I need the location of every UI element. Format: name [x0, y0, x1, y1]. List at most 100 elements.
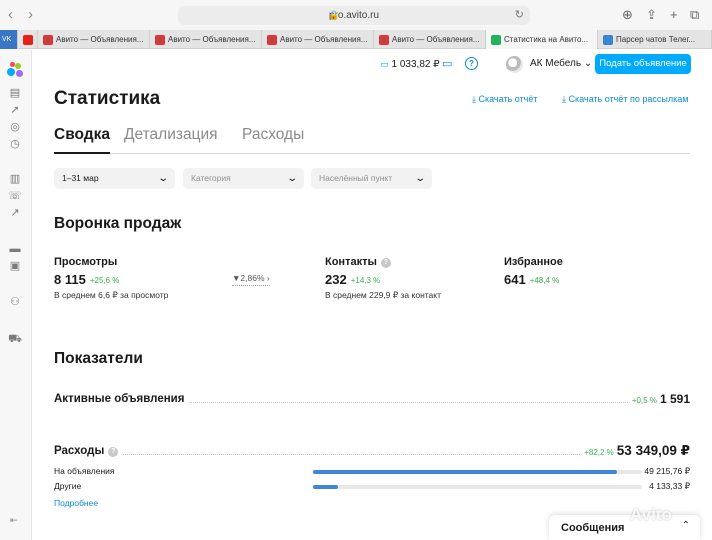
browser-tab[interactable]: Авито — Объявления...: [38, 30, 150, 49]
expenses-other-label: Другие: [54, 481, 82, 491]
users-icon[interactable]: ⚇: [8, 295, 22, 309]
tab-label: Авито — Объявления...: [392, 35, 480, 44]
wallet-icon[interactable]: ▣: [8, 259, 22, 273]
browser-toolbar: ‹ › 🔒 pro.avito.ru ↻ ⊕ ⇪ + ⧉: [0, 0, 712, 30]
category-select[interactable]: Категория ⌄: [183, 168, 304, 189]
lock-icon: 🔒: [328, 10, 340, 20]
watermark: Avito: [630, 505, 672, 524]
chevron-down-icon: ⌄: [413, 173, 426, 184]
active-ads-delta: +0,5 %: [631, 396, 657, 405]
balance[interactable]: ▭ 1 033,82 ₽: [380, 58, 440, 71]
chevron-down-icon: ⌄: [583, 58, 593, 69]
favorites-label: Избранное: [504, 256, 563, 268]
expenses-other-bar-fill: [313, 485, 339, 489]
avito-logo-icon[interactable]: [7, 62, 23, 78]
ads-icon[interactable]: ▤: [8, 86, 22, 100]
category-placeholder: Категория: [191, 173, 231, 183]
collapse-icon[interactable]: ⇤: [10, 515, 18, 526]
back-icon[interactable]: ‹: [8, 7, 13, 23]
forward-icon[interactable]: ›: [28, 7, 33, 23]
history-icon[interactable]: ◷: [8, 137, 22, 151]
expenses-row[interactable]: Расходы? +82,2 % 53 349,09 ₽: [54, 444, 690, 460]
tab-label: Авито — Объявления...: [56, 35, 144, 44]
phone-icon[interactable]: ☏: [8, 189, 22, 203]
tab-favicon-icon: [491, 35, 501, 45]
new-tab-icon[interactable]: +: [670, 7, 678, 23]
views-delta: +25,6 %: [89, 276, 120, 285]
delivery-icon[interactable]: ⛟: [8, 332, 22, 346]
favorites-value: 641 +48,4 %: [504, 272, 559, 289]
reload-icon[interactable]: ↻: [515, 6, 524, 25]
download-report-label: Скачать отчёт: [478, 94, 538, 104]
period-value: 1–31 мар: [62, 173, 99, 183]
help-icon[interactable]: ?: [465, 57, 478, 70]
page-title: Статистика: [54, 88, 161, 109]
conversion-rate[interactable]: ▼2,86% ›: [232, 273, 270, 286]
tabs-overview-icon[interactable]: ⧉: [690, 7, 699, 23]
browser-tab[interactable]: Авито — Объявления...: [262, 30, 374, 49]
conversion-value: 2,86%: [240, 273, 265, 283]
promo-icon[interactable]: ▭: [442, 57, 452, 71]
indicators-title: Показатели: [54, 350, 143, 367]
browser-tab[interactable]: Парсер чатов Телег...: [598, 30, 712, 49]
avatar[interactable]: [506, 56, 523, 73]
browser-tab[interactable]: Авито — Объявления...: [150, 30, 262, 49]
chevron-down-icon: ⌄: [156, 173, 169, 184]
help-icon[interactable]: ?: [380, 258, 391, 268]
tab-label: Парсер чатов Телег...: [616, 35, 696, 44]
pinned-tab-youtube[interactable]: [18, 30, 38, 49]
active-ads-row[interactable]: Активные объявления +0,5 % 1 591: [54, 392, 690, 408]
tab-label: Авито — Объявления...: [168, 35, 256, 44]
sidebar: ▤ ➚ ◎ ◷ ▥ ☏ ↗ ▬ ▣ ⚇ ⛟: [0, 50, 32, 540]
browser-tab[interactable]: Авито — Объявления...: [374, 30, 486, 49]
city-select[interactable]: Населённый пункт ⌄: [311, 168, 432, 189]
download-report-link[interactable]: ⤓ Скачать отчёт: [472, 93, 537, 105]
stats-icon[interactable]: ▥: [8, 172, 22, 186]
views-value: 8 115 +25,6 %: [54, 272, 119, 289]
promotion-icon[interactable]: ➚: [8, 103, 22, 117]
expenses-other-value: 4 133,33 ₽: [649, 481, 690, 491]
trend-icon[interactable]: ↗: [8, 206, 22, 220]
download-mailing-report-link[interactable]: ⤓ Скачать отчёт по рассылкам: [562, 93, 688, 105]
stats-tabs: Сводка Детализация Расходы: [54, 125, 690, 154]
wallet-icon: ▭: [380, 59, 389, 69]
active-ads-metric: +0,5 % 1 591: [627, 392, 690, 408]
pinned-tab-label: VK: [2, 36, 12, 43]
views-number: 8 115: [54, 272, 86, 287]
user-name: АК Мебель: [530, 58, 582, 69]
url-bar[interactable]: 🔒 pro.avito.ru ↻: [178, 6, 530, 25]
tab-expenses[interactable]: Расходы: [242, 125, 304, 145]
tab-favicon-icon: [155, 35, 165, 45]
tab-summary[interactable]: Сводка: [54, 125, 110, 154]
pinned-tab-vk[interactable]: VK: [0, 30, 18, 49]
chat-icon[interactable]: ▬: [8, 242, 22, 256]
tab-label: Авито — Объявления...: [280, 35, 368, 44]
expenses-label: Расходы?: [54, 444, 123, 458]
expenses-metric: +82,2 % 53 349,09 ₽: [580, 444, 690, 460]
share-icon[interactable]: ⇪: [646, 7, 657, 23]
expenses-ads-bar-fill: [313, 470, 617, 474]
tab-favicon-icon: [43, 35, 53, 45]
browser-tab-active[interactable]: Статистика на Авито...: [486, 30, 598, 49]
user-menu[interactable]: АК Мебель ⌄: [530, 58, 592, 70]
download-icon[interactable]: ⊕: [622, 7, 633, 23]
help-icon[interactable]: ?: [108, 447, 119, 457]
chevron-right-icon: ›: [266, 273, 270, 283]
expenses-other-bar: [313, 485, 642, 489]
post-ad-button[interactable]: Подать объявление: [595, 54, 691, 74]
tab-favicon-icon: [267, 35, 277, 45]
chevron-up-icon[interactable]: ⌃: [682, 520, 690, 531]
period-select[interactable]: 1–31 мар ⌄: [54, 168, 175, 189]
contacts-label-text: Контакты: [325, 256, 377, 268]
download-mailing-label: Скачать отчёт по рассылкам: [568, 94, 689, 104]
tab-details[interactable]: Детализация: [124, 125, 218, 145]
messages-widget[interactable]: Сообщения ⌃: [549, 515, 700, 540]
expenses-delta: +82,2 %: [584, 448, 614, 457]
expenses-value: 53 349,09 ₽: [616, 443, 690, 458]
tab-label: Статистика на Авито...: [504, 35, 589, 44]
contacts-value: 232 +14,3 %: [325, 272, 380, 289]
messages-label: Сообщения: [561, 522, 625, 534]
expenses-more-link[interactable]: Подробнее: [54, 498, 98, 509]
views-label: Просмотры: [54, 256, 118, 268]
target-icon[interactable]: ◎: [8, 120, 22, 134]
